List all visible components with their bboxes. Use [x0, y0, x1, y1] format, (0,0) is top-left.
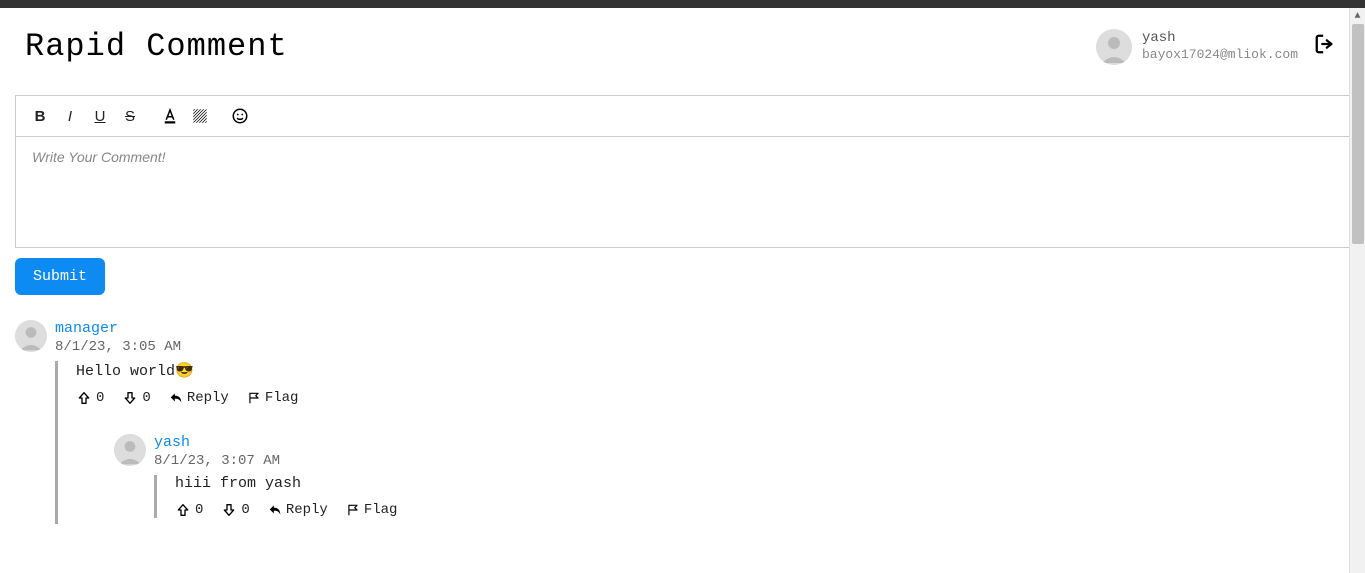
comment-text: hiii from yash	[175, 475, 1350, 492]
comments-list: manager 8/1/23, 3:05 AM Hello world😎 0 0	[15, 320, 1350, 524]
comment-actions: 0 0 Reply	[175, 502, 1350, 518]
user-avatar	[1096, 29, 1132, 65]
text-color-button[interactable]	[158, 104, 182, 128]
downvote-count: 0	[142, 390, 150, 406]
comment-item: manager 8/1/23, 3:05 AM Hello world😎 0 0	[15, 320, 1350, 524]
username: yash	[1142, 29, 1298, 47]
upvote-button[interactable]: 0	[76, 390, 104, 406]
strikethrough-button[interactable]: S	[118, 104, 142, 128]
scroll-up-icon[interactable]: ▲	[1350, 8, 1365, 24]
nested-comments: yash 8/1/23, 3:07 AM hiii from yash 0	[114, 434, 1350, 524]
editor-placeholder: Write Your Comment!	[32, 149, 166, 165]
downvote-button[interactable]: 0	[221, 502, 249, 518]
upvote-button[interactable]: 0	[175, 502, 203, 518]
reply-label: Reply	[286, 502, 328, 518]
flag-label: Flag	[265, 390, 299, 406]
comment-actions: 0 0 Reply Flag	[76, 390, 1350, 406]
vertical-scrollbar[interactable]: ▲	[1349, 8, 1365, 573]
comment-body: manager 8/1/23, 3:05 AM Hello world😎 0 0	[55, 320, 1350, 524]
user-email: bayox17024@mliok.com	[1142, 47, 1298, 64]
reply-label: Reply	[187, 390, 229, 406]
comment-body: yash 8/1/23, 3:07 AM hiii from yash 0	[154, 434, 1350, 524]
flag-label: Flag	[364, 502, 398, 518]
highlight-button[interactable]	[188, 104, 212, 128]
bold-button[interactable]: B	[28, 104, 52, 128]
comment-header: manager 8/1/23, 3:05 AM	[55, 320, 1350, 355]
comment-author[interactable]: manager	[55, 320, 1350, 337]
comment-avatar	[15, 320, 47, 352]
comment-editor: B I U S Write Your Comment!	[15, 95, 1350, 248]
logout-icon[interactable]	[1310, 29, 1340, 64]
upvote-count: 0	[195, 502, 203, 518]
comment-content-block: hiii from yash 0 0	[154, 475, 1350, 518]
header-right: yash bayox17024@mliok.com	[1096, 29, 1340, 65]
comment-content-block: Hello world😎 0 0 Reply	[55, 361, 1350, 524]
comment-header: yash 8/1/23, 3:07 AM	[154, 434, 1350, 469]
underline-button[interactable]: U	[88, 104, 112, 128]
main-content: B I U S Write Your Comment!	[0, 95, 1365, 524]
user-text: yash bayox17024@mliok.com	[1142, 29, 1298, 64]
submit-button[interactable]: Submit	[15, 258, 105, 295]
scroll-thumb[interactable]	[1352, 24, 1364, 244]
reply-button[interactable]: Reply	[169, 390, 229, 406]
reply-button[interactable]: Reply	[268, 502, 328, 518]
downvote-button[interactable]: 0	[122, 390, 150, 406]
flag-button[interactable]: Flag	[346, 502, 398, 518]
user-block: yash bayox17024@mliok.com	[1096, 29, 1298, 65]
toolbar-group-color	[158, 104, 220, 128]
comment-text: Hello world😎	[76, 361, 1350, 380]
toolbar-group-formatting: B I U S	[28, 104, 150, 128]
editor-textarea[interactable]: Write Your Comment!	[16, 137, 1349, 247]
comment-time: 8/1/23, 3:07 AM	[154, 453, 1350, 469]
comment-item: yash 8/1/23, 3:07 AM hiii from yash 0	[114, 434, 1350, 524]
toolbar-group-emoji	[228, 104, 260, 128]
page-header: Rapid Comment yash bayox17024@mliok.com	[0, 8, 1365, 95]
downvote-count: 0	[241, 502, 249, 518]
emoji-button[interactable]	[228, 104, 252, 128]
comment-avatar	[114, 434, 146, 466]
app-title: Rapid Comment	[25, 28, 288, 65]
italic-button[interactable]: I	[58, 104, 82, 128]
comment-time: 8/1/23, 3:05 AM	[55, 339, 1350, 355]
comment-author[interactable]: yash	[154, 434, 1350, 451]
editor-toolbar: B I U S	[16, 96, 1349, 137]
flag-button[interactable]: Flag	[247, 390, 299, 406]
browser-top-bar	[0, 0, 1365, 8]
upvote-count: 0	[96, 390, 104, 406]
